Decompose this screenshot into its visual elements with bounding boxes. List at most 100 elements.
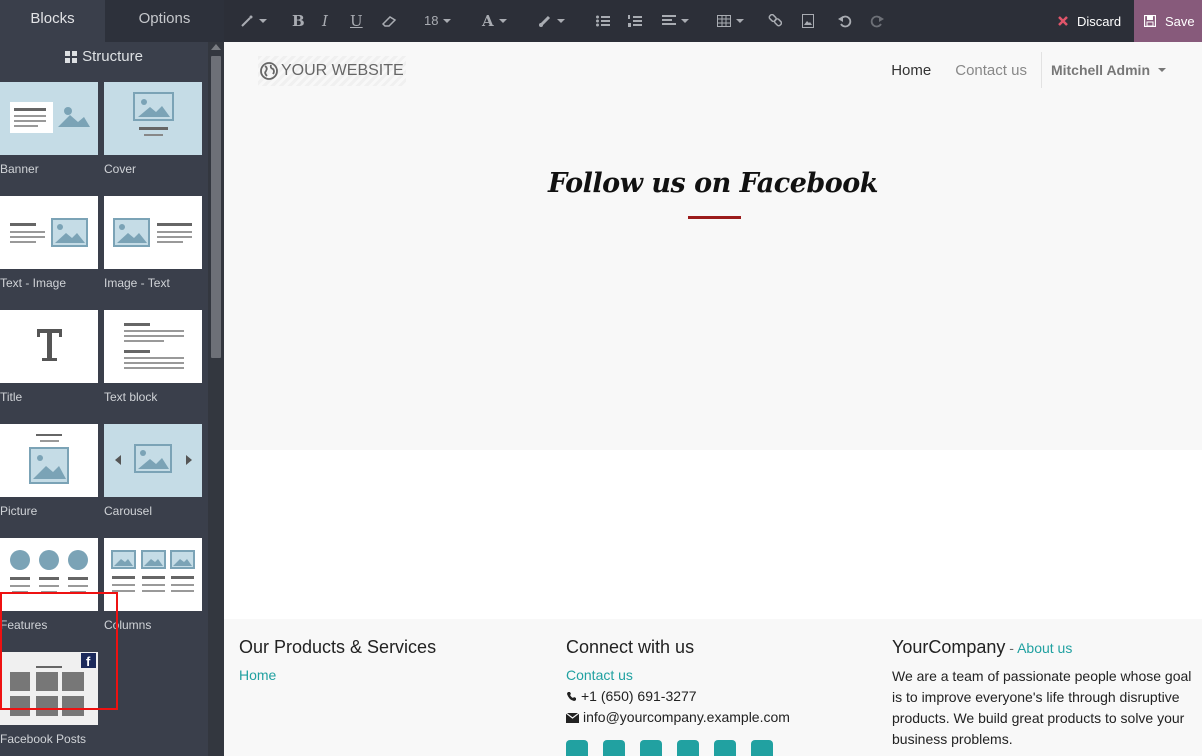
sidebar-scrollbar[interactable] <box>208 42 224 756</box>
block-title[interactable]: Title <box>0 310 98 404</box>
github-icon[interactable] <box>714 740 736 756</box>
columns-thumbnail <box>104 538 202 611</box>
phone-icon <box>567 692 576 701</box>
youtube-icon[interactable] <box>677 740 699 756</box>
block-image-text[interactable]: Image - Text <box>104 196 202 290</box>
image-text-illustration <box>113 218 192 247</box>
nav-contact[interactable]: Contact us <box>943 62 1039 79</box>
paint-brush-icon[interactable] <box>538 0 565 42</box>
columns-illustration <box>111 550 195 592</box>
footer-social-links <box>566 740 876 756</box>
facebook-icon[interactable] <box>566 740 588 756</box>
footer-products-title: Our Products & Services <box>239 637 437 657</box>
magic-wand-icon[interactable] <box>240 0 267 42</box>
undo-icon[interactable] <box>838 0 852 42</box>
discard-label: Discard <box>1077 13 1122 29</box>
linkedin-icon[interactable] <box>640 740 662 756</box>
discard-button[interactable]: Discard <box>1046 0 1134 42</box>
block-banner[interactable]: Banner <box>0 82 98 176</box>
site-nav: Home Contact us Mitchell Admin <box>879 52 1202 88</box>
font-size-value: 18 <box>424 13 439 28</box>
title-thumbnail <box>0 310 98 383</box>
block-carousel[interactable]: Carousel <box>104 424 202 518</box>
block-label: Banner <box>0 162 39 176</box>
font-size-dropdown[interactable]: 18 <box>424 0 452 42</box>
italic-icon[interactable]: I <box>322 0 328 42</box>
site-footer: Our Products & Services Home Connect wit… <box>224 619 1202 756</box>
font-color-icon[interactable]: A <box>482 0 507 42</box>
editor-sidebar: Blocks Options Structure Banner Cover Te… <box>0 0 224 756</box>
block-label: Text block <box>104 390 158 404</box>
underline-icon[interactable]: U <box>350 0 363 42</box>
align-icon[interactable] <box>662 0 689 42</box>
tab-blocks[interactable]: Blocks <box>0 0 105 42</box>
footer-contact-link[interactable]: Contact us <box>566 665 876 686</box>
block-label: Text - Image <box>0 276 67 290</box>
block-label: Cover <box>104 162 137 176</box>
footer-connect-title: Connect with us <box>566 637 695 657</box>
block-columns[interactable]: Columns <box>104 538 202 632</box>
carousel-illustration <box>115 444 192 473</box>
ordered-list-icon[interactable] <box>628 0 642 42</box>
footer-email-text: info@yourcompany.example.com <box>583 709 790 725</box>
site-logo[interactable]: YOUR WEBSITE <box>258 56 406 86</box>
scrollbar-thumb[interactable] <box>211 56 221 358</box>
cover-thumbnail <box>104 82 202 155</box>
globe-icon <box>260 62 278 80</box>
twitter-icon[interactable] <box>603 740 625 756</box>
block-text-block[interactable]: Text block <box>104 310 202 404</box>
banner-thumbnail <box>0 82 98 155</box>
picture-illustration <box>29 434 69 484</box>
save-button[interactable]: Save <box>1134 0 1202 42</box>
footer-company-dash: - <box>1005 640 1018 656</box>
block-cover[interactable]: Cover <box>104 82 202 176</box>
footer-email: info@yourcompany.example.com <box>566 707 876 728</box>
block-label: Columns <box>104 618 152 632</box>
block-label: Image - Text <box>104 276 170 290</box>
footer-about-link[interactable]: About us <box>1017 640 1072 656</box>
image-icon[interactable] <box>802 0 814 42</box>
footer-col-products: Our Products & Services Home <box>239 636 549 686</box>
user-name: Mitchell Admin <box>1050 62 1150 78</box>
link-icon[interactable] <box>768 0 782 42</box>
save-label: Save <box>1165 13 1195 29</box>
footer-company-heading: YourCompany - About us <box>892 636 1192 659</box>
redo-icon[interactable] <box>870 0 884 42</box>
eraser-icon[interactable] <box>382 0 397 42</box>
table-icon[interactable] <box>717 0 744 42</box>
footer-company-name: YourCompany <box>892 637 1006 657</box>
sidebar-tabs: Blocks Options <box>0 0 224 42</box>
site-logo-text: YOUR WEBSITE <box>281 62 404 79</box>
picture-thumbnail <box>0 424 98 497</box>
tab-options[interactable]: Options <box>105 0 224 42</box>
block-text-image[interactable]: Text - Image <box>0 196 98 290</box>
footer-col-connect: Connect with us Contact us +1 (650) 691-… <box>566 636 876 756</box>
block-label: Title <box>0 390 23 404</box>
text-block-illustration <box>124 323 184 369</box>
structure-section-title: Structure <box>82 48 143 65</box>
footer-home-link[interactable]: Home <box>239 665 549 686</box>
scroll-up-arrow-icon[interactable] <box>211 44 221 50</box>
chevron-down-icon <box>1158 68 1166 72</box>
bold-icon[interactable]: B <box>292 0 305 42</box>
block-label: Picture <box>0 504 38 518</box>
image-text-thumbnail <box>104 196 202 269</box>
footer-col-company: YourCompany - About us We are a team of … <box>892 636 1192 750</box>
envelope-icon <box>566 712 579 723</box>
hero-section: YOUR WEBSITE Home Contact us Mitchell Ad… <box>224 42 1202 450</box>
hero-title[interactable]: Follow us on Facebook <box>224 168 1202 199</box>
website-preview: YOUR WEBSITE Home Contact us Mitchell Ad… <box>224 42 1202 756</box>
block-label: Facebook Posts <box>0 732 87 746</box>
footer-company-text: We are a team of passionate people whose… <box>892 668 1192 747</box>
block-picture[interactable]: Picture <box>0 424 98 518</box>
facebook-posts-highlight <box>0 592 118 710</box>
nav-home[interactable]: Home <box>879 62 943 79</box>
cover-illustration <box>133 92 174 136</box>
text-block-thumbnail <box>104 310 202 383</box>
title-illustration <box>37 329 62 361</box>
block-label: Carousel <box>104 504 153 518</box>
unordered-list-icon[interactable] <box>596 0 610 42</box>
instagram-icon[interactable] <box>751 740 773 756</box>
user-menu[interactable]: Mitchell Admin <box>1042 62 1202 78</box>
footer-phone: +1 (650) 691-3277 <box>566 686 876 707</box>
